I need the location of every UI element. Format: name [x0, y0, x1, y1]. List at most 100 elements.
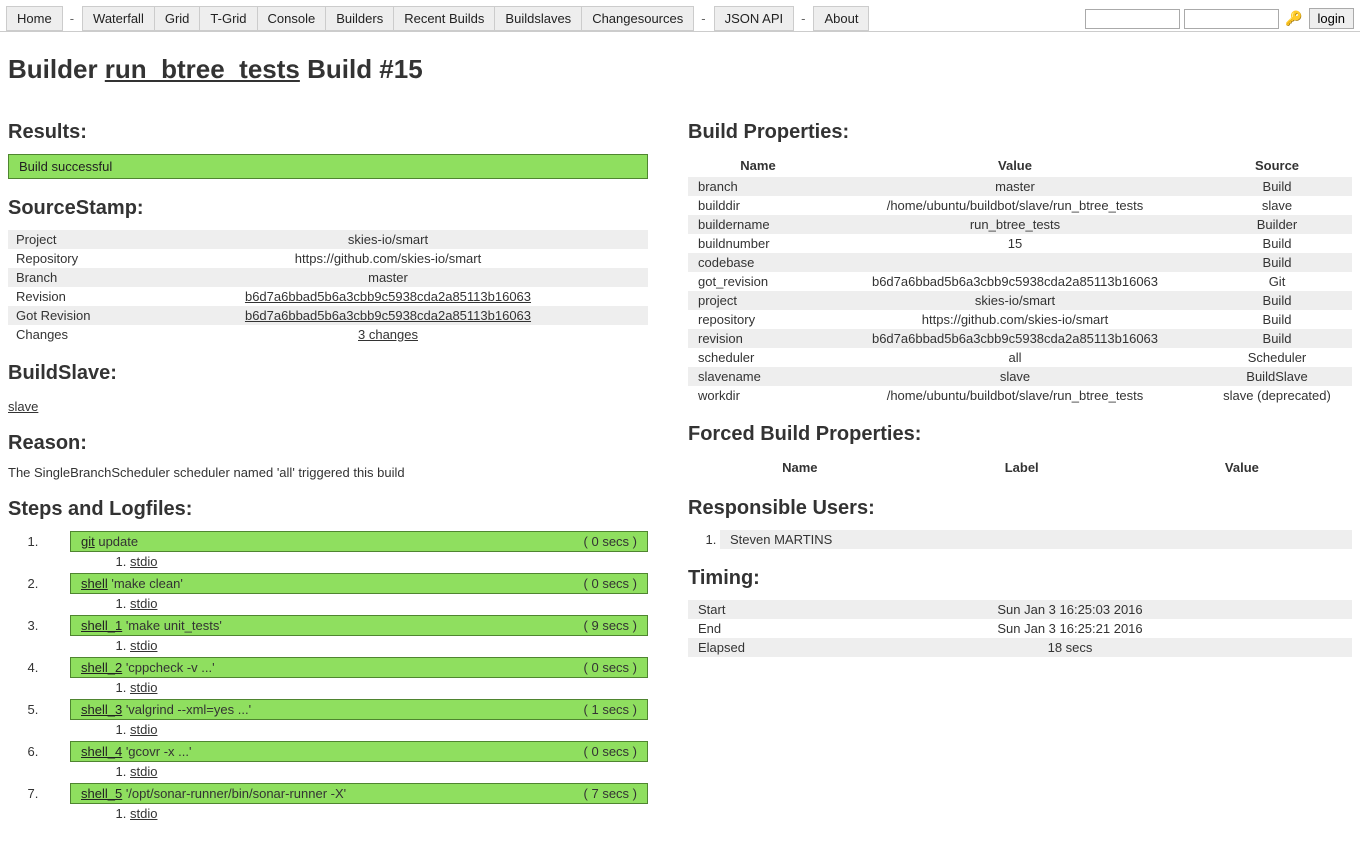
nav-separator: - [793, 11, 813, 26]
prop-source: Build [1202, 253, 1352, 272]
builder-name-link[interactable]: run_btree_tests [105, 54, 300, 84]
sourcestamp-label: Repository [8, 249, 128, 268]
nav-about[interactable]: About [813, 6, 869, 31]
buildslave-heading: BuildSlave: [8, 362, 648, 385]
responsible-heading: Responsible Users: [688, 497, 1352, 520]
timing-table: StartSun Jan 3 16:25:03 2016EndSun Jan 3… [688, 600, 1352, 657]
nav-json-api[interactable]: JSON API [714, 6, 795, 31]
prop-name: project [688, 291, 828, 310]
step-item: shell_3 'valgrind --xml=yes ...'( 1 secs… [42, 699, 648, 737]
property-row: revisionb6d7a6bbad5b6a3cbb9c5938cda2a851… [688, 329, 1352, 348]
timing-value: Sun Jan 3 16:25:21 2016 [788, 619, 1352, 638]
nav-changesources[interactable]: Changesources [581, 6, 694, 31]
property-row: workdir/home/ubuntu/buildbot/slave/run_b… [688, 386, 1352, 405]
prop-name: slavename [688, 367, 828, 386]
sourcestamp-link[interactable]: b6d7a6bbad5b6a3cbb9c5938cda2a85113b16063 [245, 308, 531, 323]
log-link[interactable]: stdio [130, 638, 157, 653]
build-properties-heading: Build Properties: [688, 121, 1352, 144]
prop-value: slave [828, 367, 1202, 386]
property-row: projectskies-io/smartBuild [688, 291, 1352, 310]
reason-text: The SingleBranchScheduler scheduler name… [8, 465, 648, 480]
prop-name: codebase [688, 253, 828, 272]
buildslave-link[interactable]: slave [8, 399, 38, 414]
sourcestamp-value: b6d7a6bbad5b6a3cbb9c5938cda2a85113b16063 [128, 306, 648, 325]
prop-name: repository [688, 310, 828, 329]
col-value: Value [828, 154, 1202, 177]
step-name-link[interactable]: shell_5 [81, 786, 122, 801]
step-time: ( 0 secs ) [584, 660, 637, 675]
sourcestamp-row: Repositoryhttps://github.com/skies-io/sm… [8, 249, 648, 268]
property-row: schedulerallScheduler [688, 348, 1352, 367]
log-link[interactable]: stdio [130, 764, 157, 779]
step-row: git update( 0 secs ) [70, 531, 648, 552]
sourcestamp-row: Changes 3 changes [8, 325, 648, 344]
log-list: stdio [110, 596, 648, 611]
sourcestamp-label: Changes [8, 325, 128, 344]
timing-row: Elapsed18 secs [688, 638, 1352, 657]
sourcestamp-heading: SourceStamp: [8, 197, 648, 220]
nav-recent-builds[interactable]: Recent Builds [393, 6, 495, 31]
sourcestamp-value: b6d7a6bbad5b6a3cbb9c5938cda2a85113b16063 [128, 287, 648, 306]
steps-list: git update( 0 secs )stdioshell 'make cle… [8, 531, 648, 821]
col-name: Name [688, 154, 828, 177]
log-link[interactable]: stdio [130, 554, 157, 569]
reason-heading: Reason: [8, 432, 648, 455]
login-button[interactable]: login [1309, 8, 1354, 29]
username-input[interactable] [1085, 9, 1180, 29]
sourcestamp-row: Projectskies-io/smart [8, 230, 648, 249]
property-row: buildnumber15Build [688, 234, 1352, 253]
prop-source: Build [1202, 234, 1352, 253]
prop-value: https://github.com/skies-io/smart [828, 310, 1202, 329]
step-name-link[interactable]: shell [81, 576, 108, 591]
password-input[interactable] [1184, 9, 1279, 29]
step-name-link[interactable]: git [81, 534, 95, 549]
step-item: shell_5 '/opt/sonar-runner/bin/sonar-run… [42, 783, 648, 821]
step-item: git update( 0 secs ) stdio [42, 531, 648, 569]
nav-waterfall[interactable]: Waterfall [82, 6, 155, 31]
step-name-link[interactable]: shell_3 [81, 702, 122, 717]
nav-home[interactable]: Home [6, 6, 63, 31]
log-link[interactable]: stdio [130, 722, 157, 737]
sourcestamp-table: Projectskies-io/smartRepositoryhttps://g… [8, 230, 648, 344]
prop-source: BuildSlave [1202, 367, 1352, 386]
sourcestamp-link[interactable]: b6d7a6bbad5b6a3cbb9c5938cda2a85113b16063 [245, 289, 531, 304]
key-icon: 🔑 [1283, 10, 1304, 27]
step-time: ( 9 secs ) [584, 618, 637, 633]
step-row: shell_1 'make unit_tests'( 9 secs ) [70, 615, 648, 636]
prop-name: builddir [688, 196, 828, 215]
nav-builders[interactable]: Builders [325, 6, 394, 31]
step-item: shell_2 'cppcheck -v ...'( 0 secs )stdio [42, 657, 648, 695]
log-list: stdio [110, 722, 648, 737]
step-row: shell_4 'gcovr -x ...'( 0 secs ) [70, 741, 648, 762]
property-row: repositoryhttps://github.com/skies-io/sm… [688, 310, 1352, 329]
prop-value: run_btree_tests [828, 215, 1202, 234]
prop-source: Builder [1202, 215, 1352, 234]
property-row: codebase Build [688, 253, 1352, 272]
prop-value: 15 [828, 234, 1202, 253]
property-row: builddir/home/ubuntu/buildbot/slave/run_… [688, 196, 1352, 215]
step-name-link[interactable]: shell_2 [81, 660, 122, 675]
prop-source: Build [1202, 310, 1352, 329]
step-name-link[interactable]: shell_1 [81, 618, 122, 633]
nav: Home - Waterfall Grid T-Grid Console Bui… [6, 6, 868, 31]
responsible-users-list: Steven MARTINS [720, 530, 1352, 549]
step-time: ( 0 secs ) [584, 576, 637, 591]
log-link[interactable]: stdio [130, 806, 157, 821]
step-time: ( 0 secs ) [584, 744, 637, 759]
nav-console[interactable]: Console [257, 6, 327, 31]
col-label: Label [912, 456, 1132, 479]
prop-source: slave [1202, 196, 1352, 215]
sourcestamp-link[interactable]: 3 changes [358, 327, 418, 342]
nav-buildslaves[interactable]: Buildslaves [494, 6, 582, 31]
step-time: ( 7 secs ) [584, 786, 637, 801]
nav-tgrid[interactable]: T-Grid [199, 6, 257, 31]
responsible-user: Steven MARTINS [720, 530, 1352, 549]
top-bar: Home - Waterfall Grid T-Grid Console Bui… [0, 0, 1360, 32]
prop-source: slave (deprecated) [1202, 386, 1352, 405]
nav-grid[interactable]: Grid [154, 6, 201, 31]
step-name-link[interactable]: shell_4 [81, 744, 122, 759]
step-row: shell_5 '/opt/sonar-runner/bin/sonar-run… [70, 783, 648, 804]
log-link[interactable]: stdio [130, 680, 157, 695]
log-link[interactable]: stdio [130, 596, 157, 611]
step-desc: '/opt/sonar-runner/bin/sonar-runner -X' [122, 786, 346, 801]
